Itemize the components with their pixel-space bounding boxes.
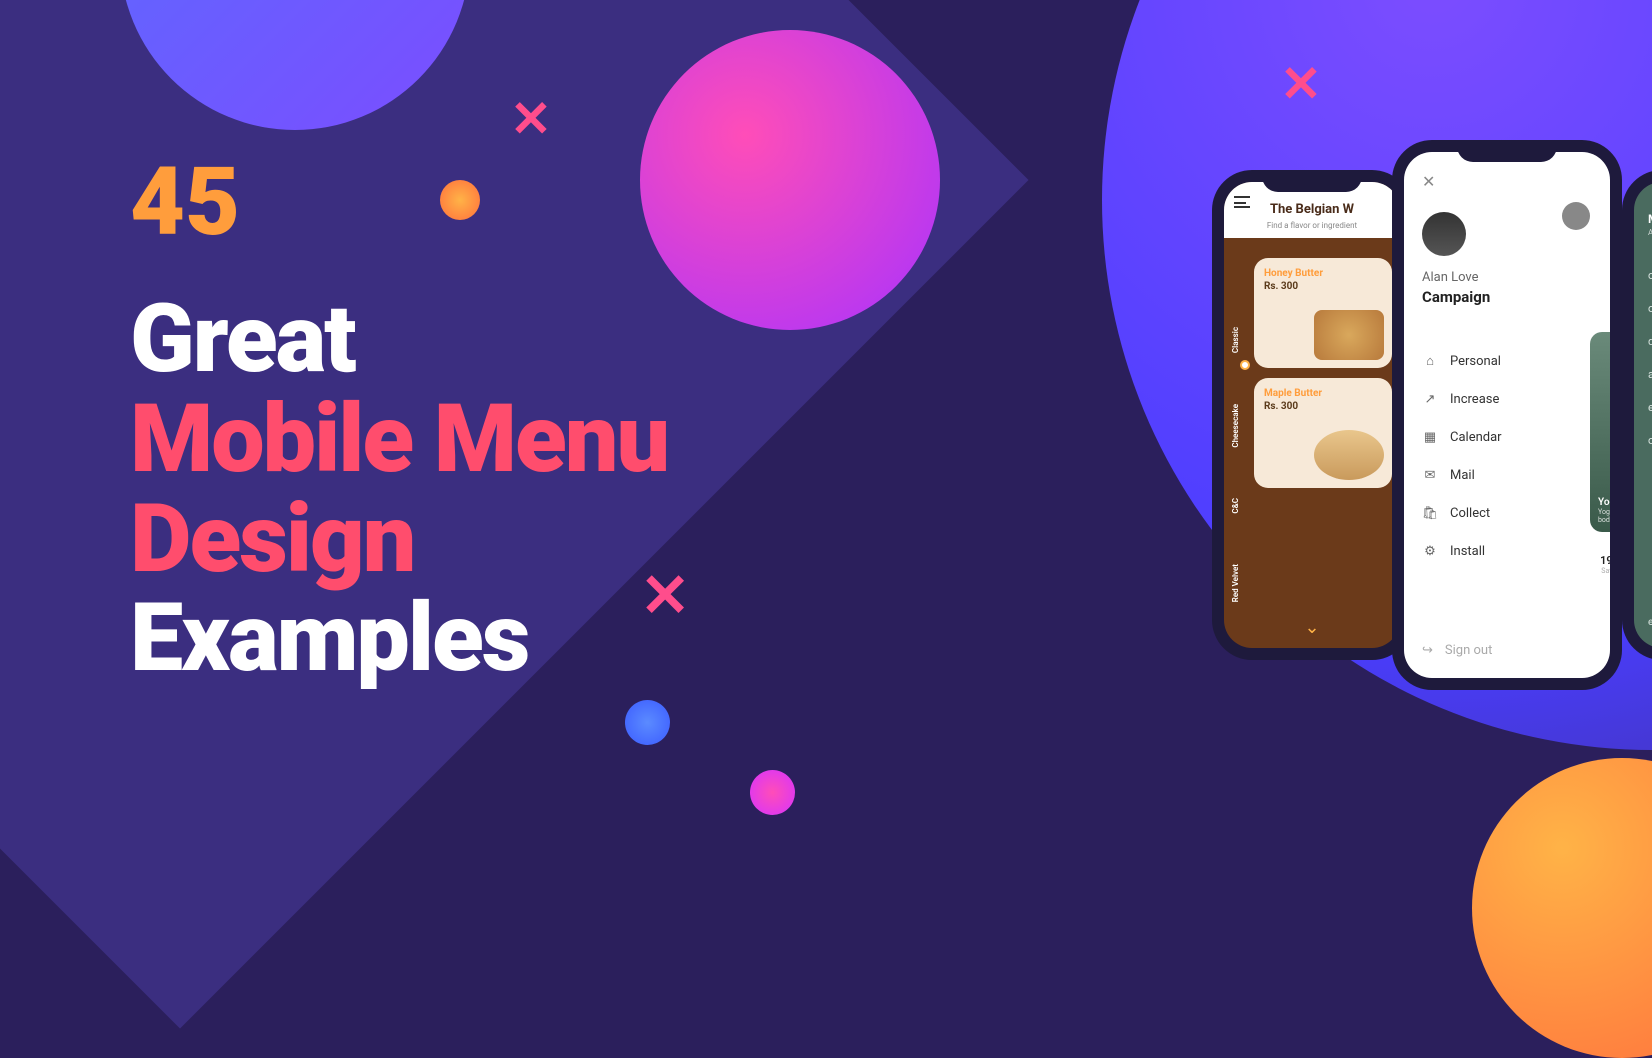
menu-item-install[interactable]: ⚙Install [1422,532,1570,570]
menu-item-calendar[interactable]: ▦Calendar [1422,418,1570,456]
phone-mockup-profile: Miroslava Savitskaya Active status optio… [1622,170,1652,660]
yoga-title: Yoga Reha [1598,497,1610,508]
headline: 45 Great Mobile Menu Design Examples [130,155,668,689]
phone-mockup-waffle: The Belgian W Find a flavor or ingredien… [1212,170,1412,660]
phone-notch [1457,140,1557,162]
headline-number: 45 [130,155,668,250]
yoga-subtitle: Yoga training regulating bod [1598,508,1610,524]
search-pill[interactable]: Search [1602,250,1610,278]
waffle-subtitle: Find a flavor or ingredient [1234,221,1390,230]
headline-title: Great Mobile Menu Design Examples [130,290,668,689]
waffle-card[interactable]: Honey Butter Rs. 300 [1254,258,1392,368]
menu-item[interactable]: essages [1648,391,1652,424]
user-name: Alan Love [1422,270,1479,285]
chart-icon: ↗ [1422,391,1438,407]
signout-icon: ↪ [1422,643,1433,658]
waffle-card-name: Honey Butter [1264,268,1382,279]
menu-item[interactable]: ofile [1648,424,1652,457]
settings-link[interactable]: ettings [1648,617,1652,628]
menu-item-collect[interactable]: 🛍Collect [1422,494,1570,532]
waffle-side-tabs: Classic Cheesecake C&C Red Velvet [1224,302,1246,628]
waffle-card[interactable]: Maple Butter Rs. 300 [1254,378,1392,488]
gear-icon: ⚙ [1422,543,1438,559]
waffle-image [1314,430,1384,480]
avatar[interactable] [1422,212,1466,256]
date-item[interactable]: 19Sat [1600,554,1610,575]
menu-item-increase[interactable]: ↗Increase [1422,380,1570,418]
profile-status: Active status [1648,228,1652,237]
chevron-down-icon[interactable]: ⌄ [1304,617,1319,638]
waffle-title: The Belgian W [1234,202,1390,217]
close-icon[interactable]: ✕ [1422,172,1435,191]
phone-notch [1262,170,1362,192]
menu-item[interactable]: d pet [1648,325,1652,358]
waffle-tab[interactable]: C&C [1231,498,1240,514]
home-icon: ⌂ [1422,353,1438,369]
yoga-card[interactable]: Yoga Reha Yoga training regulating bod [1590,332,1610,532]
profile-name: Miroslava Savitskaya [1648,212,1652,226]
bag-icon: 🛍 [1422,505,1438,521]
mini-avatar [1562,202,1590,230]
bg-dot-pink [750,770,795,815]
waffle-card-name: Maple Butter [1264,388,1382,399]
waffle-tab[interactable]: Cheesecake [1231,404,1240,448]
bg-circle-magenta [640,30,940,330]
menu-item-personal[interactable]: ⌂Personal [1422,342,1570,380]
user-subtitle: Campaign [1422,288,1490,306]
profile-menu: option onation d pet avorites essages of… [1634,243,1652,473]
menu-item[interactable]: onation [1648,292,1652,325]
x-icon: ✕ [1280,55,1322,114]
date-strip: 19Sat 20Sun 21Mon [1590,544,1610,584]
menu-item[interactable]: avorites [1648,358,1652,391]
waffle-card-price: Rs. 300 [1264,401,1382,412]
hamburger-icon[interactable] [1234,196,1250,208]
waffle-tab[interactable]: Classic [1231,327,1240,353]
bg-circle-orange [1472,758,1652,1058]
x-icon: ✕ [510,90,552,149]
menu-item-mail[interactable]: ✉Mail [1422,456,1570,494]
phone-mockup-campaign: ✕ Alan Love Campaign Search keep Yoga Re… [1392,140,1622,690]
profile-footer: ettings Log out [1648,617,1652,628]
calendar-icon: ▦ [1422,429,1438,445]
campaign-menu: ⌂Personal ↗Increase ▦Calendar ✉Mail 🛍Col… [1422,342,1570,570]
waffle-card-price: Rs. 300 [1264,281,1382,292]
menu-item[interactable]: option [1648,259,1652,292]
waffle-active-dot [1240,360,1250,370]
waffle-tab[interactable]: Red Velvet [1231,564,1240,602]
mail-icon: ✉ [1422,467,1438,483]
bg-dot-blue [625,700,670,745]
signout-button[interactable]: ↪Sign out [1422,643,1492,658]
waffle-image [1314,310,1384,360]
profile-header: Miroslava Savitskaya Active status [1634,182,1652,243]
